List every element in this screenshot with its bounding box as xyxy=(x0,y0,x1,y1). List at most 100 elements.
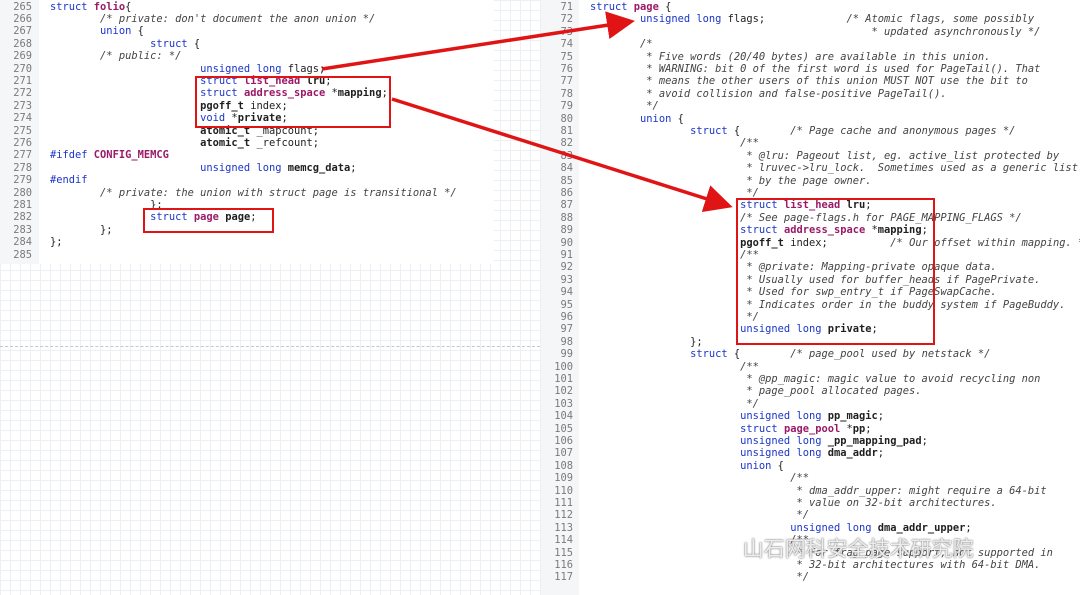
code-text: /* private: the union with struct page i… xyxy=(50,187,457,199)
line-number: 112 xyxy=(554,509,573,522)
code-token: { xyxy=(125,0,132,13)
code-token: }; xyxy=(690,335,703,348)
code-token: unsigned long xyxy=(640,13,722,26)
highlight-box-right-fields xyxy=(736,198,935,345)
code-text: #endif xyxy=(50,174,88,186)
watermark-text: 山石网科安全技术研究院 xyxy=(742,537,974,561)
code-token: * xyxy=(840,422,853,435)
code-text: * value on 32-bit architectures. xyxy=(590,497,996,509)
code-line: 112 */ xyxy=(541,509,1080,521)
line-number: 285 xyxy=(13,248,32,261)
code-token: _pp_mapping_pad xyxy=(827,435,922,447)
code-text: struct folio{ xyxy=(50,1,131,13)
code-token: ; xyxy=(877,410,885,423)
code-text: */ xyxy=(590,100,659,112)
code-token: * avoid collision and false-positive Pag… xyxy=(640,87,947,100)
code-text: unsigned long dma_addr_upper; xyxy=(590,521,971,534)
code-text: struct { xyxy=(50,38,200,50)
line-number: 117 xyxy=(554,571,573,584)
code-token: unsigned long xyxy=(200,62,282,75)
line-number: 114 xyxy=(554,534,573,547)
code-line: 83 * @lru: Pageout list, eg. active_list… xyxy=(541,150,1080,162)
line-number: 281 xyxy=(13,198,32,211)
code-token: memcg_data xyxy=(287,161,351,174)
line-number: 102 xyxy=(554,385,573,398)
code-line: 84 * lruvec->lru_lock. Sometimes used as… xyxy=(541,162,1080,174)
code-token: * means the other users of this union MU… xyxy=(640,75,1028,88)
line-number: 91 xyxy=(560,249,573,261)
line-number: 109 xyxy=(554,472,573,485)
code-token: ; xyxy=(877,447,885,460)
divider-dashed xyxy=(0,346,540,347)
code-token: { xyxy=(671,112,684,125)
code-line: 105 struct page_pool *pp; xyxy=(541,423,1080,435)
code-token: unsigned long xyxy=(740,410,822,423)
code-line: 99 struct { /* page_pool used by netstac… xyxy=(541,348,1080,360)
code-text: * avoid collision and false-positive Pag… xyxy=(590,87,947,100)
code-token: union xyxy=(640,112,672,125)
line-number: 274 xyxy=(13,112,32,125)
code-token: /* xyxy=(640,38,653,51)
code-token: * lruvec->lru_lock. Sometimes used as a … xyxy=(740,162,1078,175)
code-line: 284}; xyxy=(0,236,494,248)
code-line: 106 unsigned long _pp_mapping_pad; xyxy=(541,435,1080,447)
line-number: 107 xyxy=(554,447,573,460)
code-line: 268 struct { xyxy=(0,38,494,50)
code-token: /* public: */ xyxy=(100,50,182,63)
code-token: pp_magic xyxy=(827,410,878,423)
line-number: 267 xyxy=(13,25,32,38)
code-token: #endif xyxy=(50,174,88,187)
code-line: 267 union { xyxy=(0,25,494,37)
code-token: struct xyxy=(590,1,634,13)
line-number: 95 xyxy=(560,298,573,311)
code-line: 265 struct folio{ xyxy=(0,1,494,13)
line-number: 79 xyxy=(560,100,573,113)
code-token: _refcount; xyxy=(250,136,320,149)
line-number: 72 xyxy=(560,13,573,26)
code-token: { xyxy=(727,348,791,361)
line-number: 78 xyxy=(560,87,573,100)
code-line: 266 /* private: don't document the anon … xyxy=(0,13,494,25)
line-number: 283 xyxy=(13,223,32,236)
code-token: #ifdef xyxy=(50,149,94,162)
code-text: atomic_t _refcount; xyxy=(50,137,319,149)
code-line: 78 * avoid collision and false-positive … xyxy=(541,88,1080,100)
code-token: { xyxy=(727,125,791,137)
line-number: 101 xyxy=(554,373,573,385)
highlight-box-left-fields xyxy=(195,76,391,128)
code-token: dma_addr_upper xyxy=(877,521,966,534)
code-line: 73 * updated asynchronously */ xyxy=(541,26,1080,38)
code-token: flags; xyxy=(281,62,326,75)
code-line: 81 struct { /* Page cache and anonymous … xyxy=(541,125,1080,137)
code-text: /* xyxy=(590,38,653,50)
code-line: 269 /* public: */ xyxy=(0,50,494,62)
wechat-icon xyxy=(703,538,734,562)
line-number: 110 xyxy=(554,484,573,497)
line-number: 104 xyxy=(554,410,573,423)
line-number: 268 xyxy=(13,37,32,50)
code-token: */ xyxy=(640,100,659,113)
